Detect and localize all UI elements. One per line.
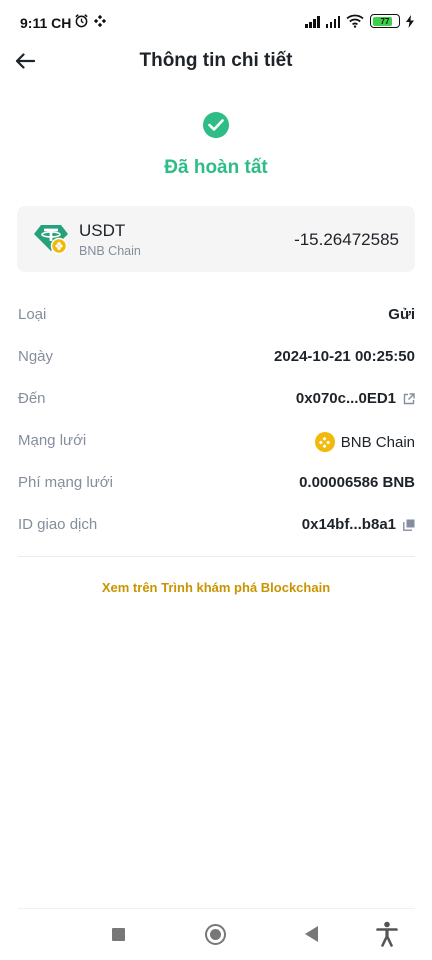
network-value-wrap: BNB Chain xyxy=(314,432,415,452)
system-nav-bar xyxy=(0,910,432,960)
fee-value: 0.00006586 BNB xyxy=(299,474,415,491)
type-label: Loại xyxy=(18,306,47,323)
asset-amount: -15.26472585 xyxy=(294,230,399,249)
asset-name: USDT xyxy=(79,221,126,240)
system-back-button[interactable] xyxy=(305,926,318,942)
network-label: Mạng lưới xyxy=(18,432,87,449)
txid-value-wrap: 0x14bf...b8a1 xyxy=(302,516,415,533)
usdt-bnb-icon xyxy=(34,225,68,255)
detail-row-network: Mạng lưới BNB Chain xyxy=(18,420,415,462)
type-value-wrap: Gửi xyxy=(388,306,415,323)
view-on-explorer-link[interactable]: Xem trên Trình khám phá Blockchain xyxy=(0,580,432,595)
detail-row-to: Đến 0x070c...0ED1 xyxy=(18,378,415,420)
detail-row-date: Ngày 2024-10-21 00:25:50 xyxy=(18,336,415,378)
signal-icon xyxy=(305,15,320,28)
transaction-details: Loại Gửi Ngày 2024-10-21 00:25:50 Đến 0x… xyxy=(18,294,415,546)
signal-icon-2 xyxy=(325,15,340,28)
alarm-icon xyxy=(75,14,88,28)
date-value-wrap: 2024-10-21 00:25:50 xyxy=(274,348,415,365)
asset-card: USDT BNB Chain -15.26472585 xyxy=(17,206,415,272)
status-time: 9:11 CH xyxy=(20,15,72,31)
accessibility-icon[interactable] xyxy=(376,921,398,947)
network-value: BNB Chain xyxy=(340,433,415,451)
home-button[interactable] xyxy=(205,924,226,945)
external-link-icon[interactable] xyxy=(402,392,415,405)
status-text: Đã hoàn tất xyxy=(164,157,268,178)
binance-status-icon xyxy=(93,14,107,27)
type-value: Gửi xyxy=(388,306,415,323)
fee-label: Phí mạng lưới xyxy=(18,474,113,491)
battery-level: 77 xyxy=(380,16,390,26)
status-right-icons: 77 xyxy=(305,14,414,28)
bnb-icon xyxy=(314,432,335,452)
divider xyxy=(18,556,415,557)
success-check-icon xyxy=(203,112,229,138)
detail-row-txid: ID giao dịch 0x14bf...b8a1 xyxy=(18,504,415,546)
date-label: Ngày xyxy=(18,348,54,365)
header: Thông tin chi tiết xyxy=(0,40,432,82)
detail-row-fee: Phí mạng lưới 0.00006586 BNB xyxy=(18,462,415,504)
status-left-icons xyxy=(74,13,107,28)
to-label: Đến xyxy=(18,390,46,407)
detail-row-type: Loại Gửi xyxy=(18,294,415,336)
fee-value-wrap: 0.00006586 BNB xyxy=(299,474,415,491)
to-value-wrap: 0x070c...0ED1 xyxy=(296,390,415,407)
txid-label: ID giao dịch xyxy=(18,516,98,533)
wifi-icon xyxy=(346,14,364,28)
recent-apps-button[interactable] xyxy=(112,928,125,941)
to-address: 0x070c...0ED1 xyxy=(295,390,396,407)
date-value: 2024-10-21 00:25:50 xyxy=(274,348,415,365)
txid-value: 0x14bf...b8a1 xyxy=(301,516,396,533)
charging-icon xyxy=(406,14,414,28)
copy-icon[interactable] xyxy=(402,518,415,531)
asset-chain: BNB Chain xyxy=(79,244,141,258)
battery-icon: 77 xyxy=(370,14,400,28)
nav-divider xyxy=(18,908,415,909)
page-title: Thông tin chi tiết xyxy=(139,50,293,71)
